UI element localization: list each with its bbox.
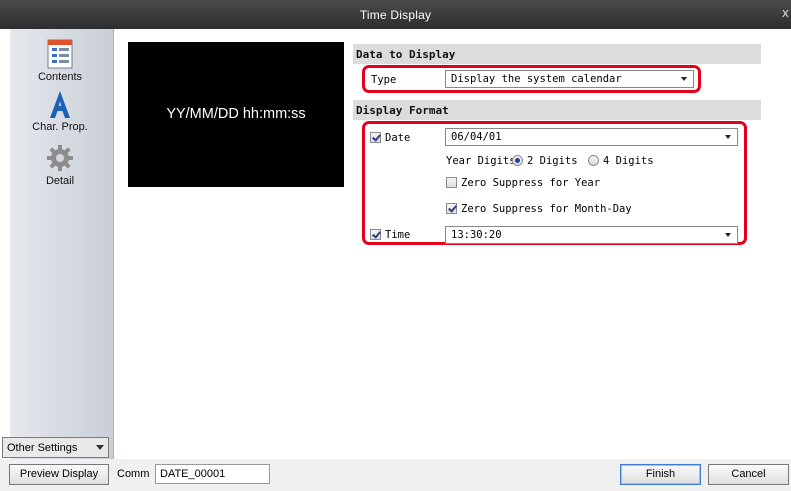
chevron-down-icon bbox=[681, 77, 687, 81]
window-title: Time Display bbox=[359, 8, 432, 22]
dialog-body: Contents Char. Prop. Detail Other Settin… bbox=[0, 29, 791, 491]
year-4-digits-label: 4 Digits bbox=[603, 155, 654, 167]
close-icon[interactable]: x bbox=[782, 6, 789, 20]
time-format-value: 13:30:20 bbox=[451, 229, 502, 241]
sidebar-item-detail[interactable]: Detail bbox=[10, 143, 110, 187]
sidebar-item-contents[interactable]: Contents bbox=[10, 39, 110, 83]
other-settings-dropdown[interactable]: Other Settings bbox=[2, 437, 109, 458]
comm-label: Comm bbox=[117, 468, 150, 480]
type-label: Type bbox=[371, 74, 397, 86]
comm-input[interactable]: DATE_00001 bbox=[155, 464, 270, 484]
cancel-button[interactable]: Cancel bbox=[708, 464, 789, 485]
sidebar-item-char-prop[interactable]: Char. Prop. bbox=[10, 89, 110, 133]
preview-text: YY/MM/DD hh:mm:ss bbox=[166, 106, 306, 122]
sidebar-item-label: Contents bbox=[37, 71, 83, 83]
date-format-value: 06/04/01 bbox=[451, 131, 502, 143]
date-format-select[interactable]: 06/04/01 bbox=[445, 128, 738, 146]
zero-suppress-year-checkbox[interactable] bbox=[446, 177, 457, 188]
bottom-bar: Preview Display Comm DATE_00001 Finish C… bbox=[0, 459, 791, 491]
zero-suppress-year-label: Zero Suppress for Year bbox=[461, 177, 601, 189]
chevron-down-icon bbox=[96, 445, 104, 450]
gear-icon bbox=[47, 145, 73, 171]
year-2-digits-label: 2 Digits bbox=[527, 155, 578, 167]
char-prop-icon bbox=[50, 91, 70, 118]
sidebar-item-label: Char. Prop. bbox=[32, 121, 88, 133]
time-checkbox[interactable] bbox=[370, 229, 381, 240]
sidebar-item-label: Detail bbox=[45, 175, 75, 187]
zero-suppress-month-day-label: Zero Suppress for Month-Day bbox=[461, 203, 632, 215]
chevron-down-icon bbox=[725, 233, 731, 237]
main-area: Contents Char. Prop. Detail Other Settin… bbox=[0, 29, 791, 459]
year-4-digits-radio[interactable] bbox=[588, 155, 599, 166]
title-bar: Time Display x bbox=[0, 0, 791, 29]
type-select[interactable]: Display the system calendar bbox=[445, 70, 694, 88]
time-format-select[interactable]: 13:30:20 bbox=[445, 226, 738, 244]
data-to-display-header: Data to Display bbox=[353, 44, 761, 64]
finish-button[interactable]: Finish bbox=[620, 464, 701, 485]
other-settings-label: Other Settings bbox=[7, 442, 78, 454]
year-2-digits-radio[interactable] bbox=[512, 155, 523, 166]
preview-display-button[interactable]: Preview Display bbox=[9, 464, 109, 485]
zero-suppress-month-day-checkbox[interactable] bbox=[446, 203, 457, 214]
display-format-header: Display Format bbox=[353, 100, 761, 120]
type-value: Display the system calendar bbox=[451, 73, 622, 85]
sidebar: Contents Char. Prop. Detail bbox=[10, 29, 114, 459]
date-label: Date bbox=[385, 132, 411, 144]
preview-panel: YY/MM/DD hh:mm:ss bbox=[128, 42, 344, 187]
chevron-down-icon bbox=[725, 135, 731, 139]
date-checkbox[interactable] bbox=[370, 132, 381, 143]
contents-icon bbox=[47, 39, 73, 69]
time-label: Time bbox=[385, 229, 411, 241]
year-digits-label: Year Digits bbox=[446, 155, 516, 167]
